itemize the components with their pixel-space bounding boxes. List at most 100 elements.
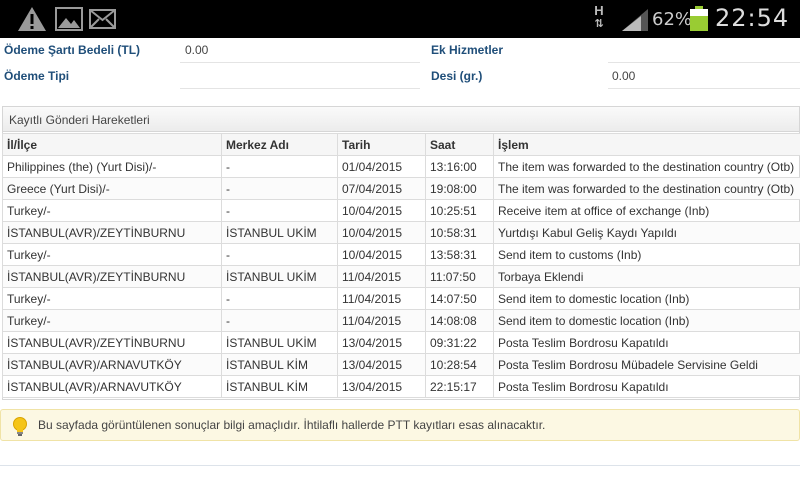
column-header-time[interactable]: Saat	[425, 133, 494, 156]
cell-operation: The item was forwarded to the destinatio…	[493, 177, 800, 200]
cell-operation: Receive item at office of exchange (Inb)	[493, 199, 800, 222]
cell-operation: Yurtdışı Kabul Geliş Kaydı Yapıldı	[493, 221, 800, 244]
data-arrows-icon: ⇅	[594, 18, 604, 30]
cell-date: 11/04/2015	[337, 265, 426, 288]
cell-location: İSTANBUL(AVR)/ZEYTİNBURNU	[2, 265, 222, 288]
table-row: İSTANBUL(AVR)/ZEYTİNBURNU İSTANBUL UKİM 13…	[2, 331, 800, 354]
info-row-payment-amount: Ödeme Şartı Bedeli (TL) 0.00 Ek Hizmetle…	[0, 38, 800, 64]
cell-date: 01/04/2015	[337, 155, 426, 178]
cell-center: İSTANBUL KİM	[221, 353, 338, 376]
picture-icon[interactable]	[55, 6, 83, 32]
divider	[0, 465, 800, 466]
cell-date: 13/04/2015	[337, 375, 426, 398]
table-row: Turkey/- -11/04/2015 14:08:08 Send item to …	[2, 309, 800, 332]
table-row: Philippines (the) (Yurt Disi)/- -01/04/20…	[2, 155, 800, 178]
cell-time: 14:08:08	[425, 309, 494, 332]
cell-time: 13:58:31	[425, 243, 494, 266]
table-row: İSTANBUL(AVR)/ARNAVUTKÖY İSTANBUL KİM 13/0…	[2, 375, 800, 398]
cell-location: İSTANBUL(AVR)/ARNAVUTKÖY	[2, 375, 222, 398]
cell-operation: Posta Teslim Bordrosu Kapatıldı	[493, 375, 800, 398]
cell-operation: Send item to domestic location (Inb)	[493, 309, 800, 332]
cell-center: İSTANBUL UKİM	[221, 265, 338, 288]
info-row-payment-type: Ödeme Tipi Desi (gr.) 0.00	[0, 64, 800, 90]
column-header-date[interactable]: Tarih	[337, 133, 426, 156]
movements-table: İl/İlçe Merkez Adı Tarih Saat İşlem Phil…	[2, 133, 800, 398]
cell-date: 13/04/2015	[337, 353, 426, 376]
cell-operation: The item was forwarded to the destinatio…	[493, 155, 800, 178]
shipment-movements-panel: Kayıtlı Gönderi Hareketleri İl/İlçe Merk…	[2, 106, 800, 400]
divider	[180, 62, 420, 63]
table-row: Greece (Yurt Disi)/- -07/04/2015 19:08:00 T…	[2, 177, 800, 200]
cell-location: İSTANBUL(AVR)/ZEYTİNBURNU	[2, 221, 222, 244]
cell-time: 09:31:22	[425, 331, 494, 354]
weight-value: 0.00	[612, 69, 636, 83]
cell-time: 13:16:00	[425, 155, 494, 178]
cell-time: 10:58:31	[425, 221, 494, 244]
column-header-operation[interactable]: İşlem	[493, 133, 800, 156]
weight-label: Desi (gr.)	[431, 69, 483, 83]
cell-operation: Torbaya Eklendi	[493, 265, 800, 288]
table-row: İSTANBUL(AVR)/ARNAVUTKÖY İSTANBUL KİM 13/0…	[2, 353, 800, 376]
battery-percent: 62%	[652, 9, 693, 30]
cell-operation: Send item to domestic location (Inb)	[493, 287, 800, 310]
cell-date: 11/04/2015	[337, 287, 426, 310]
cell-operation: Send item to customs (Inb)	[493, 243, 800, 266]
cell-time: 22:15:17	[425, 375, 494, 398]
cell-center: -	[221, 243, 338, 266]
divider	[608, 62, 800, 63]
table-row: Turkey/- -11/04/2015 14:07:50 Send item to …	[2, 287, 800, 310]
cell-time: 19:08:00	[425, 177, 494, 200]
cell-date: 10/04/2015	[337, 243, 426, 266]
table-row: Turkey/- -10/04/2015 13:58:31 Send item to …	[2, 243, 800, 266]
divider	[608, 88, 800, 89]
table-header-row: İl/İlçe Merkez Adı Tarih Saat İşlem	[2, 133, 800, 156]
network-type-label: H	[594, 3, 604, 18]
cell-center: İSTANBUL UKİM	[221, 331, 338, 354]
cell-location: İSTANBUL(AVR)/ZEYTİNBURNU	[2, 331, 222, 354]
payment-amount-label: Ödeme Şartı Bedeli (TL)	[4, 43, 141, 57]
battery-icon	[690, 6, 708, 31]
cell-date: 11/04/2015	[337, 309, 426, 332]
cell-date: 10/04/2015	[337, 221, 426, 244]
payment-type-label: Ödeme Tipi	[4, 69, 70, 83]
network-type-indicator: H ⇅	[591, 4, 607, 34]
cell-date: 07/04/2015	[337, 177, 426, 200]
cell-center: -	[221, 155, 338, 178]
table-row: İSTANBUL(AVR)/ZEYTİNBURNU İSTANBUL UKİM 10…	[2, 221, 800, 244]
divider	[180, 88, 420, 89]
column-header-location[interactable]: İl/İlçe	[2, 133, 222, 156]
cell-center: -	[221, 287, 338, 310]
cell-center: -	[221, 309, 338, 332]
cell-time: 10:25:51	[425, 199, 494, 222]
table-row: İSTANBUL(AVR)/ZEYTİNBURNU İSTANBUL UKİM 11…	[2, 265, 800, 288]
panel-title: Kayıtlı Gönderi Hareketleri	[3, 107, 799, 132]
cell-date: 10/04/2015	[337, 199, 426, 222]
cell-time: 11:07:50	[425, 265, 494, 288]
cell-center: -	[221, 177, 338, 200]
cell-time: 10:28:54	[425, 353, 494, 376]
cell-location: Turkey/-	[2, 287, 222, 310]
cell-center: -	[221, 199, 338, 222]
warning-icon[interactable]	[17, 6, 47, 32]
column-header-center[interactable]: Merkez Adı	[221, 133, 338, 156]
payment-amount-value: 0.00	[185, 43, 209, 57]
table-row: Turkey/- -10/04/2015 10:25:51 Receive item …	[2, 199, 800, 222]
cell-center: İSTANBUL UKİM	[221, 221, 338, 244]
cell-date: 13/04/2015	[337, 331, 426, 354]
lightbulb-icon	[13, 417, 27, 436]
cell-location: Greece (Yurt Disi)/-	[2, 177, 222, 200]
cell-location: İSTANBUL(AVR)/ARNAVUTKÖY	[2, 353, 222, 376]
signal-icon	[622, 9, 648, 31]
status-bar: H ⇅ 62% 22:54	[0, 0, 800, 38]
info-notice: Bu sayfada görüntülenen sonuçlar bilgi a…	[0, 409, 800, 441]
cell-center: İSTANBUL KİM	[221, 375, 338, 398]
cell-location: Philippines (the) (Yurt Disi)/-	[2, 155, 222, 178]
mail-icon[interactable]	[89, 6, 116, 32]
cell-location: Turkey/-	[2, 309, 222, 332]
clock: 22:54	[715, 4, 790, 32]
notice-text: Bu sayfada görüntülenen sonuçlar bilgi a…	[38, 418, 546, 432]
cell-location: Turkey/-	[2, 243, 222, 266]
cell-operation: Posta Teslim Bordrosu Mübadele Servisine…	[493, 353, 800, 376]
cell-operation: Posta Teslim Bordrosu Kapatıldı	[493, 331, 800, 354]
extra-services-label: Ek Hizmetler	[431, 43, 504, 57]
